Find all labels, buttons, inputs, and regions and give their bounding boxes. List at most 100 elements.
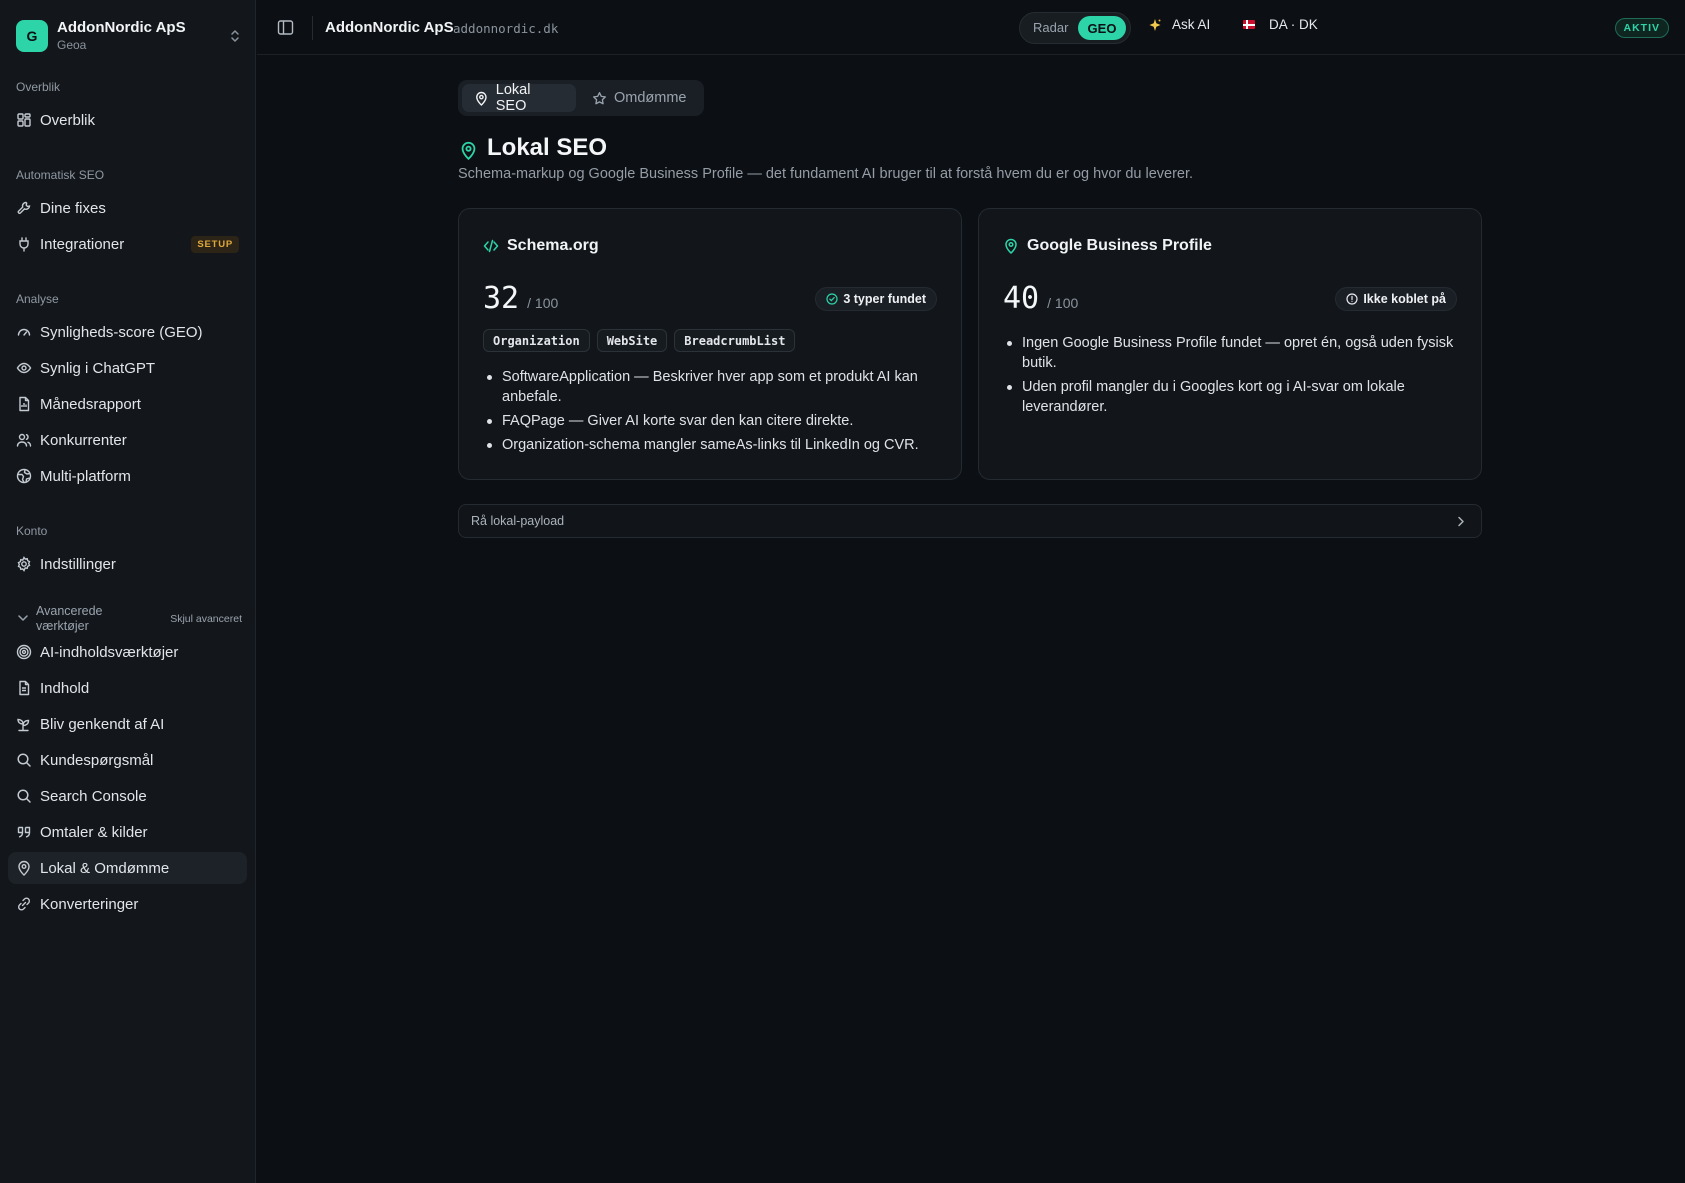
sidebar-item-label: Synligheds-score (GEO) bbox=[40, 323, 203, 341]
users-icon bbox=[16, 432, 32, 448]
workspace-sub: Geoa bbox=[57, 38, 87, 52]
raw-payload-expander[interactable]: Rå lokal-payload bbox=[458, 504, 1482, 538]
denmark-flag-icon bbox=[1243, 20, 1255, 29]
sidebar-item-ai-indholdsvaerktoejer[interactable]: AI-indholdsværktøjer bbox=[8, 636, 247, 668]
section-overblik: Overblik bbox=[16, 80, 61, 94]
sidebar-item-label: Synlig i ChatGPT bbox=[40, 359, 156, 377]
gear-icon bbox=[16, 556, 32, 572]
globe-icon bbox=[16, 468, 32, 484]
advanced-tools-toggle[interactable]: Avancerede værktøjer Skjul avanceret bbox=[16, 604, 242, 638]
raw-payload-label: Rå lokal-payload bbox=[471, 514, 565, 528]
page-title: Lokal SEO bbox=[459, 134, 607, 162]
search-icon bbox=[16, 752, 32, 768]
mode-geo-option[interactable]: GEO bbox=[1078, 16, 1126, 40]
search-icon bbox=[16, 788, 32, 804]
status-pill: 3 typer fundet bbox=[815, 287, 937, 311]
file-text-icon bbox=[16, 680, 32, 696]
sidebar-item-label: Overblik bbox=[40, 111, 96, 129]
language-selector[interactable]: DA · DK bbox=[1243, 17, 1318, 32]
status-pill-label: 3 typer fundet bbox=[843, 292, 926, 306]
score-max: / 100 bbox=[1047, 295, 1079, 311]
sidebar-item-label: Indhold bbox=[40, 679, 90, 697]
tab-omdoemme[interactable]: Omdømme bbox=[580, 84, 699, 112]
sidebar-item-integrationer[interactable]: Integrationer SETUP bbox=[8, 228, 247, 260]
page-subtitle: Schema-markup og Google Business Profile… bbox=[458, 166, 1194, 182]
sidebar-item-label: AI-indholdsværktøjer bbox=[40, 643, 179, 661]
sidebar-item-bliv-genkendt[interactable]: Bliv genkendt af AI bbox=[8, 708, 247, 740]
sidebar-item-synligheds-score[interactable]: Synligheds-score (GEO) bbox=[8, 316, 247, 348]
sidebar-item-konverteringer[interactable]: Konverteringer bbox=[8, 888, 247, 920]
sidebar-item-indstillinger[interactable]: Indstillinger bbox=[8, 548, 247, 580]
sidebar-item-label: Indstillinger bbox=[40, 555, 116, 573]
code-icon bbox=[483, 239, 499, 253]
section-analyse: Analyse bbox=[16, 292, 59, 306]
tab-lokal-seo[interactable]: Lokal SEO bbox=[462, 82, 576, 114]
workspace-name: AddonNordic ApS bbox=[57, 19, 186, 36]
sidebar-item-label: Integrationer bbox=[40, 235, 125, 253]
topbar: AddonNordic ApS addonnordic.dk Radar GEO… bbox=[257, 0, 1685, 55]
card-title-text: Schema.org bbox=[507, 237, 599, 254]
workspace-switcher[interactable]: G AddonNordic ApS Geoa bbox=[16, 16, 242, 56]
chevron-down-icon bbox=[16, 611, 30, 625]
alert-circle-icon bbox=[1346, 293, 1358, 305]
setup-badge: SETUP bbox=[191, 236, 239, 253]
sidebar-item-kundespoergsmaal[interactable]: Kundespørgsmål bbox=[8, 744, 247, 776]
sidebar-item-maanedsrapport[interactable]: Månedsrapport bbox=[8, 388, 247, 420]
advanced-tools-label: Avancerede værktøjer bbox=[36, 604, 103, 633]
list-item: SoftwareApplication — Beskriver hver app… bbox=[483, 367, 937, 407]
map-pin-icon bbox=[459, 139, 478, 160]
sidebar-item-label: Konverteringer bbox=[40, 895, 139, 913]
plug-icon bbox=[16, 236, 32, 252]
card-title: Google Business Profile bbox=[1003, 237, 1212, 255]
mode-toggle: Radar GEO bbox=[1019, 12, 1131, 44]
sidebar-item-synlig-chatgpt[interactable]: Synlig i ChatGPT bbox=[8, 352, 247, 384]
score-max: / 100 bbox=[527, 295, 559, 311]
schema-type-tag: WebSite bbox=[596, 329, 668, 352]
tab-label: Omdømme bbox=[614, 90, 687, 106]
schema-type-tags: Organization WebSite BreadcrumbList bbox=[483, 329, 802, 352]
status-pill: Ikke koblet på bbox=[1335, 287, 1457, 311]
sprout-icon bbox=[16, 716, 32, 732]
sidebar-item-label: Omtaler & kilder bbox=[40, 823, 148, 841]
grid-icon bbox=[16, 112, 32, 128]
target-icon bbox=[16, 644, 32, 660]
check-circle-icon bbox=[826, 293, 838, 305]
topbar-divider bbox=[312, 16, 313, 40]
sidebar-item-label: Search Console bbox=[40, 787, 147, 805]
chevron-up-down-icon bbox=[228, 27, 242, 45]
card-title: Schema.org bbox=[483, 237, 599, 255]
site-domain: addonnordic.dk bbox=[453, 21, 559, 36]
language-label: DA · DK bbox=[1269, 17, 1318, 32]
sidebar-item-overblik[interactable]: Overblik bbox=[8, 104, 247, 136]
ask-ai-button[interactable]: Ask AI bbox=[1148, 17, 1210, 32]
google-business-profile-card: Google Business Profile 40 / 100 Ikke ko… bbox=[978, 208, 1482, 480]
score-value: 40 bbox=[1003, 281, 1040, 316]
sidebar-item-search-console[interactable]: Search Console bbox=[8, 780, 247, 812]
sidebar-toggle-icon[interactable] bbox=[277, 19, 294, 36]
sidebar-item-dine-fixes[interactable]: Dine fixes bbox=[8, 192, 247, 224]
sidebar-item-multi-platform[interactable]: Multi-platform bbox=[8, 460, 247, 492]
hide-advanced-link[interactable]: Skjul avanceret bbox=[170, 613, 242, 625]
status-pill-label: Ikke koblet på bbox=[1363, 292, 1446, 306]
quote-icon bbox=[16, 824, 32, 840]
list-item: Ingen Google Business Profile fundet — o… bbox=[1003, 333, 1457, 373]
score-value: 32 bbox=[483, 281, 520, 316]
sidebar-item-label: Kundespørgsmål bbox=[40, 751, 154, 769]
section-konto: Konto bbox=[16, 524, 48, 538]
schema-card: Schema.org 32 / 100 3 typer fundet Organ… bbox=[458, 208, 962, 480]
sidebar-item-label: Månedsrapport bbox=[40, 395, 141, 413]
score: 32 / 100 bbox=[483, 281, 558, 316]
schema-type-tag: BreadcrumbList bbox=[674, 329, 796, 352]
map-pin-icon bbox=[16, 860, 32, 876]
sidebar-item-omtaler-kilder[interactable]: Omtaler & kilder bbox=[8, 816, 247, 848]
sidebar-item-label: Lokal & Omdømme bbox=[40, 859, 170, 877]
schema-type-tag: Organization bbox=[483, 329, 590, 352]
sidebar-item-indhold[interactable]: Indhold bbox=[8, 672, 247, 704]
workspace-logo: G bbox=[16, 20, 48, 52]
sidebar-item-konkurrenter[interactable]: Konkurrenter bbox=[8, 424, 247, 456]
sidebar-item-lokal-omdoemme[interactable]: Lokal & Omdømme bbox=[8, 852, 247, 884]
sidebar: G AddonNordic ApS Geoa Overblik Overblik… bbox=[0, 0, 256, 1183]
mode-radar-option[interactable]: Radar bbox=[1033, 20, 1068, 35]
list-item: Organization-schema mangler sameAs-links… bbox=[483, 435, 937, 455]
page-title-text: Lokal SEO bbox=[487, 134, 608, 161]
